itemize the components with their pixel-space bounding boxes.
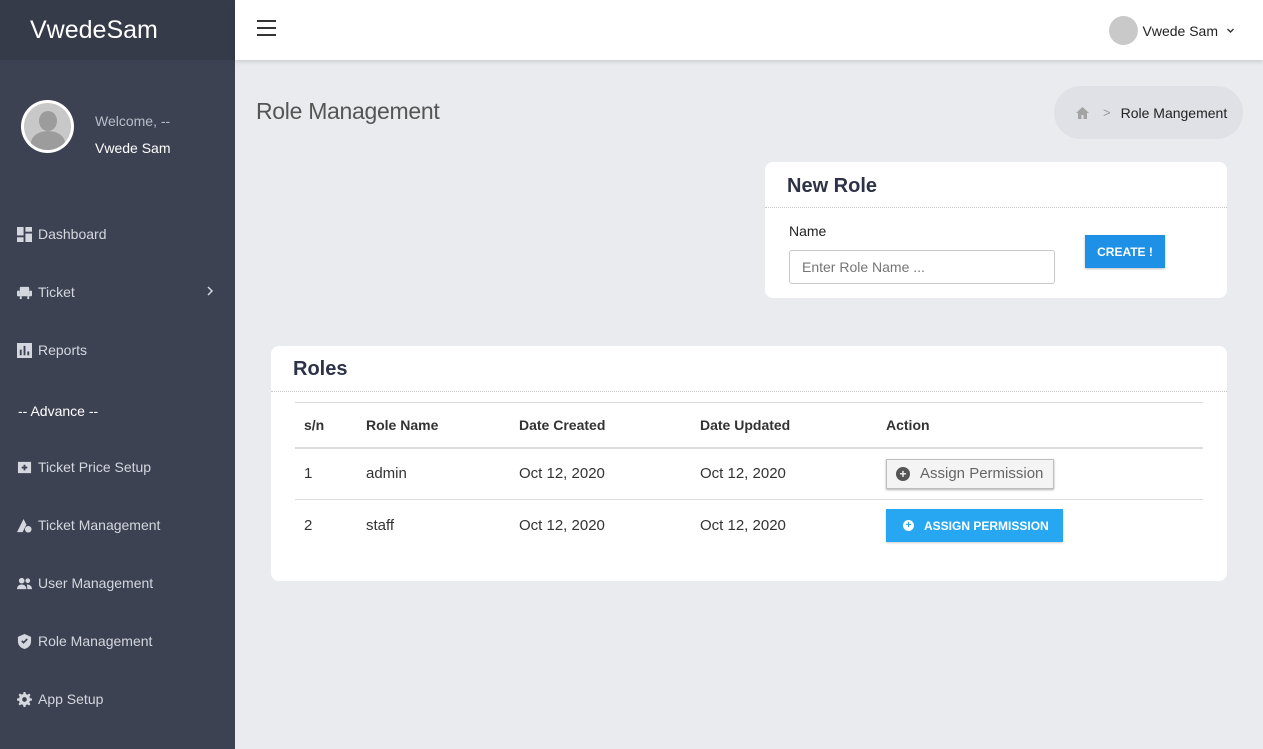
- divider: [271, 391, 1227, 392]
- chevron-down-icon: [1227, 28, 1234, 33]
- sidebar-section-heading: -- Advance --: [18, 403, 99, 419]
- home-icon[interactable]: [1076, 106, 1089, 119]
- plus-circle-icon: +: [896, 466, 910, 481]
- divider: [765, 207, 1227, 208]
- avatar: [21, 100, 74, 153]
- sidebar-item-user-management[interactable]: User Management: [0, 568, 235, 598]
- seat-icon: [17, 285, 32, 300]
- sidebar-item-label: Ticket Price Setup: [38, 459, 152, 475]
- user-menu-name: Vwede Sam: [1142, 22, 1218, 39]
- avatar: [1108, 16, 1138, 45]
- roles-card: Roles s/n Role Name Date Created Date Up…: [271, 346, 1227, 581]
- welcome-text: Welcome, --: [95, 113, 171, 129]
- topbar: Vwede Sam: [235, 0, 1263, 60]
- profile-name: Vwede Sam: [95, 140, 171, 156]
- column-header: Date Created: [519, 416, 606, 433]
- breadcrumb-current: Role Mangement: [1120, 104, 1228, 121]
- column-header: Date Updated: [700, 416, 791, 433]
- dashboard-icon: [17, 226, 32, 242]
- gear-icon: [17, 691, 32, 707]
- brand-logo[interactable]: VwedeSam: [30, 16, 158, 45]
- breadcrumb: > Role Mangement: [1054, 86, 1243, 139]
- cell-role-name: staff: [366, 517, 395, 535]
- sidebar-item-label: Role Management: [38, 633, 153, 649]
- cell-date-updated: Oct 12, 2020: [700, 465, 786, 483]
- role-name-input[interactable]: [789, 250, 1055, 284]
- page-title: Role Management: [256, 98, 440, 124]
- brand-bar: VwedeSam: [0, 0, 235, 60]
- sidebar-item-ticket-management[interactable]: Ticket Management: [0, 510, 235, 540]
- chevron-right-icon: [207, 286, 214, 296]
- roles-table: s/n Role Name Date Created Date Updated …: [295, 402, 1203, 552]
- sidebar: VwedeSam Welcome, -- Vwede Sam Dashboard…: [0, 0, 235, 749]
- new-role-card: New Role Name CREATE !: [765, 162, 1227, 298]
- menu-toggle-icon[interactable]: [257, 20, 276, 36]
- cell-role-name: admin: [366, 465, 407, 483]
- chart-icon: [17, 342, 32, 358]
- sidebar-item-label: Dashboard: [38, 226, 107, 242]
- plus-circle-icon: +: [903, 520, 914, 532]
- button-label: Assign Permission: [920, 465, 1044, 483]
- cell-date-created: Oct 12, 2020: [519, 517, 605, 535]
- sidebar-item-app-setup[interactable]: App Setup: [0, 684, 235, 714]
- sidebar-item-ticket-price-setup[interactable]: Ticket Price Setup: [0, 452, 235, 482]
- card-title: New Role: [787, 175, 878, 197]
- users-icon: [17, 576, 32, 591]
- table-row: 2 staff Oct 12, 2020 Oct 12, 2020 + ASSI…: [295, 500, 1203, 552]
- assign-permission-button[interactable]: + ASSIGN PERMISSION: [886, 509, 1063, 543]
- cell-action: + Assign Permission: [877, 448, 1203, 500]
- sidebar-item-dashboard[interactable]: Dashboard: [0, 219, 235, 249]
- cell-date-created: Oct 12, 2020: [519, 465, 605, 483]
- cell-sn: 2: [304, 517, 313, 535]
- cell-sn: 1: [304, 465, 313, 483]
- sidebar-item-role-management[interactable]: Role Management: [0, 626, 235, 656]
- column-header: Role Name: [366, 416, 439, 433]
- price-tag-icon: [17, 460, 32, 475]
- shield-icon: [17, 633, 32, 649]
- cell-action: + ASSIGN PERMISSION: [877, 500, 1203, 552]
- column-header: s/n: [304, 416, 325, 433]
- sidebar-item-label: Ticket: [38, 284, 75, 300]
- user-menu[interactable]: Vwede Sam: [1108, 16, 1235, 45]
- column-header: Action: [886, 416, 930, 433]
- sidebar-item-label: User Management: [38, 575, 154, 591]
- table-header-row: s/n Role Name Date Created Date Updated …: [295, 402, 1203, 448]
- sidebar-profile: Welcome, -- Vwede Sam: [21, 100, 170, 156]
- assign-permission-button[interactable]: + Assign Permission: [886, 458, 1055, 489]
- sidebar-item-reports[interactable]: Reports: [0, 335, 235, 365]
- ticket-manage-icon: [17, 518, 32, 533]
- create-button[interactable]: CREATE !: [1085, 235, 1165, 268]
- name-label: Name: [789, 223, 827, 239]
- sidebar-item-ticket[interactable]: Ticket: [0, 277, 235, 307]
- card-title: Roles: [293, 358, 348, 380]
- button-label: ASSIGN PERMISSION: [924, 518, 1049, 533]
- sidebar-item-label: App Setup: [38, 691, 104, 707]
- sidebar-item-label: Reports: [38, 342, 88, 358]
- sidebar-item-label: Ticket Management: [38, 517, 161, 533]
- table-row: 1 admin Oct 12, 2020 Oct 12, 2020 + Assi…: [295, 448, 1203, 500]
- cell-date-updated: Oct 12, 2020: [700, 517, 786, 535]
- breadcrumb-separator: >: [1103, 105, 1111, 120]
